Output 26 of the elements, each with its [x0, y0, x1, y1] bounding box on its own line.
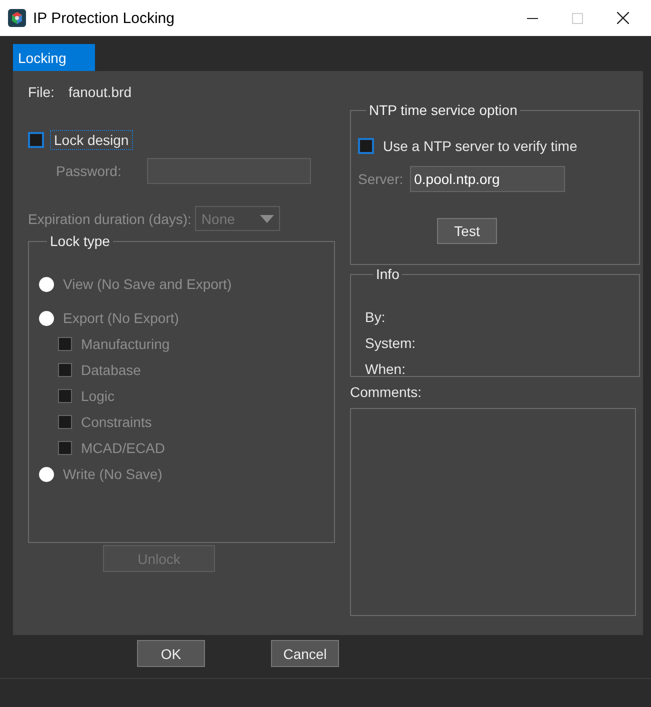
window-title: IP Protection Locking — [33, 10, 174, 26]
tab[interactable]: Locking — [13, 44, 95, 71]
info-label: System: — [365, 334, 417, 353]
password-label: Password: — [56, 163, 122, 179]
info-label: When: — [365, 360, 406, 379]
server-field[interactable]: 0.pool.ntp.org — [410, 166, 566, 192]
app-icon — [8, 9, 26, 27]
server-label: Server: — [358, 171, 404, 187]
comments-label: Comments: — [350, 384, 423, 400]
group-title: Lock type — [49, 233, 111, 249]
dialog-button[interactable]: OK — [137, 640, 205, 667]
expiration-label: Expiration duration (days): — [28, 210, 192, 226]
checkbox-label[interactable]: Lock design — [50, 130, 133, 150]
dialog-button[interactable]: Cancel — [271, 640, 339, 667]
comments-field[interactable] — [350, 408, 636, 616]
test-button[interactable]: Test — [437, 218, 497, 244]
checkbox-label[interactable]: Use a NTP server to verify time — [383, 138, 578, 154]
close-icon[interactable] — [617, 12, 629, 24]
info-label: By: — [365, 308, 386, 327]
checkbox[interactable] — [358, 138, 374, 154]
group-title: NTP time service option — [368, 102, 518, 118]
group-title: Info — [375, 266, 400, 282]
file-label: File: — [28, 84, 54, 102]
caret-icon — [260, 214, 274, 222]
file-name: fanout.brd — [68, 84, 132, 102]
checkbox[interactable] — [28, 132, 44, 148]
